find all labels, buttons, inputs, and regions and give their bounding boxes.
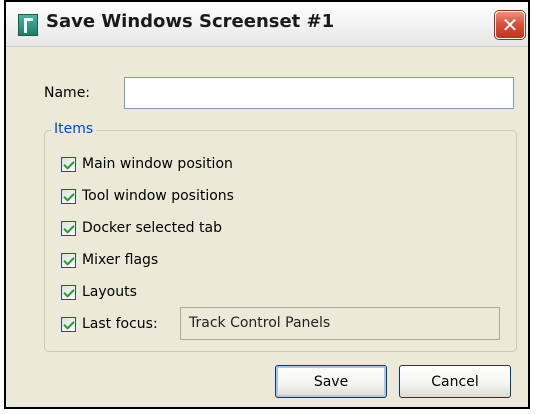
checkbox-label: Docker selected tab — [82, 220, 222, 236]
checkbox-checked-icon[interactable] — [61, 188, 76, 204]
checkbox-checked-icon[interactable] — [61, 284, 76, 300]
cancel-button[interactable]: Cancel — [399, 365, 511, 398]
checkbox-label: Layouts — [82, 284, 137, 300]
checkbox-checked-icon[interactable] — [61, 220, 76, 236]
checkbox-label: Last focus: — [82, 316, 158, 332]
checkbox-checked-icon[interactable] — [61, 316, 76, 332]
last-focus-checkbox[interactable]: Last focus: — [61, 314, 158, 334]
checkbox-label: Tool window positions — [82, 188, 234, 204]
checkbox-label: Main window position — [82, 156, 233, 172]
checkbox-checked-icon[interactable] — [61, 252, 76, 268]
name-label: Name: — [44, 85, 91, 101]
close-icon: ✕ — [501, 13, 519, 37]
dialog-window: Save Windows Screenset #1 ✕ Name: Items … — [4, 0, 530, 409]
tool-window-positions-checkbox[interactable]: Tool window positions — [61, 186, 234, 206]
checkbox-label: Mixer flags — [82, 252, 159, 268]
name-input[interactable] — [124, 77, 514, 109]
title-bar[interactable]: Save Windows Screenset #1 ✕ — [6, 2, 528, 47]
save-button[interactable]: Save — [275, 365, 387, 398]
layouts-checkbox[interactable]: Layouts — [61, 282, 137, 302]
close-button[interactable]: ✕ — [495, 11, 525, 39]
items-group-legend: Items — [51, 121, 97, 137]
last-focus-value-field: Track Control Panels — [180, 307, 500, 340]
dialog-body: Name: Items Main window position Tool wi… — [6, 47, 528, 407]
items-group: Items Main window position Tool window p… — [44, 121, 517, 352]
mixer-flags-checkbox[interactable]: Mixer flags — [61, 250, 158, 270]
main-window-position-checkbox[interactable]: Main window position — [61, 154, 233, 174]
docker-selected-tab-checkbox[interactable]: Docker selected tab — [61, 218, 222, 238]
app-icon — [18, 14, 38, 36]
window-title: Save Windows Screenset #1 — [46, 11, 335, 32]
checkbox-checked-icon[interactable] — [61, 156, 76, 172]
